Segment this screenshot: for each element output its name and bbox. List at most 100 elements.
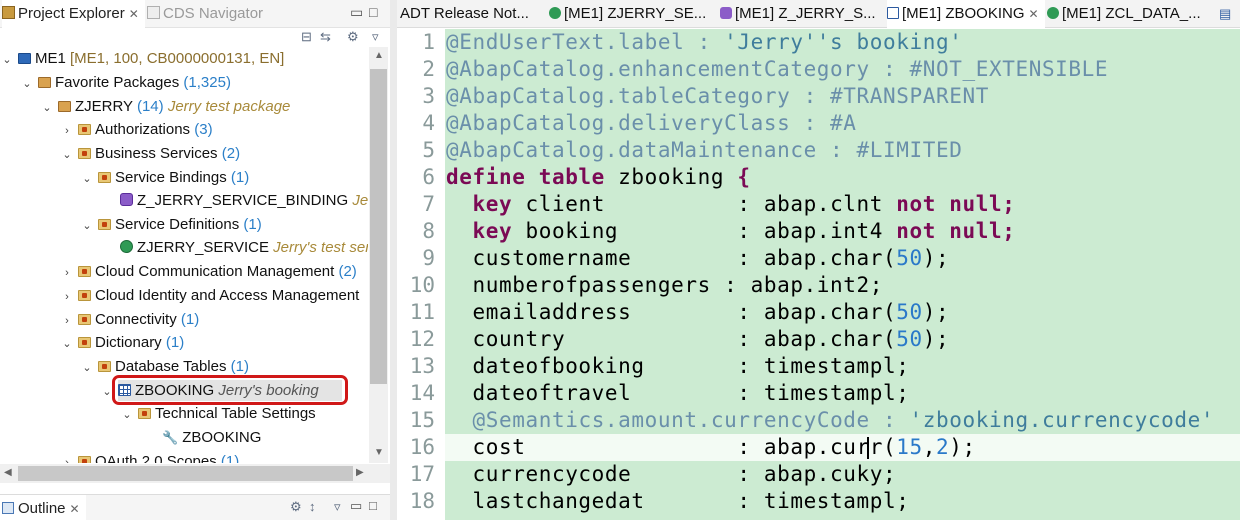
line-number: 1: [422, 30, 435, 54]
tree-item-oauth-scopes[interactable]: › OAuth 2.0 Scopes (1): [60, 450, 239, 463]
code-line[interactable]: @AbapCatalog.dataMaintenance : #LIMITED: [446, 137, 962, 164]
code-line[interactable]: @AbapCatalog.tableCategory : #TRANSPAREN…: [446, 83, 989, 110]
code-editor[interactable]: 1 2 3 4 5 6 7 8 9 10 11 12 13 14 15 16 17 18 @EndUserText.…: [397, 29, 1240, 520]
chevron-right-icon[interactable]: ›: [60, 452, 74, 463]
tab-zbooking[interactable]: [ME1] ZBOOKING ✕: [887, 0, 1045, 29]
code-line[interactable]: key booking : abap.int4 not null;: [446, 218, 1016, 245]
chevron-right-icon[interactable]: ›: [60, 262, 74, 285]
tab-label: Project Explorer: [18, 5, 125, 22]
folder-icon: [78, 314, 91, 325]
scroll-right-icon[interactable]: ▶: [356, 467, 364, 478]
view-menu-icon[interactable]: ▿: [372, 29, 379, 45]
chevron-down-icon[interactable]: ⌄: [80, 357, 94, 380]
tab-adt-release-notes[interactable]: ADT Release Not...: [400, 0, 529, 28]
tree-item-technical-table-settings[interactable]: ⌄ Technical Table Settings: [120, 402, 315, 427]
code-token: zbooking: [604, 165, 738, 189]
tree-item-zbooking-settings[interactable]: 🔧 ZBOOKING: [158, 426, 261, 449]
tree-item-zjerry[interactable]: ⌄ ZJERRY (14) Jerry test package: [40, 95, 290, 118]
tree-item-connectivity[interactable]: › Connectivity (1): [60, 308, 199, 331]
chevron-down-icon[interactable]: ⌄: [60, 333, 74, 356]
code-line[interactable]: customername : abap.char(50);: [446, 245, 949, 272]
code-line[interactable]: currencycode : abap.cuky;: [446, 461, 896, 488]
link-with-editor-icon[interactable]: ⇆: [320, 29, 331, 45]
code-line[interactable]: @Semantics.amount.currencyCode : 'zbooki…: [446, 407, 1214, 434]
tab-project-explorer[interactable]: Project Explorer ✕: [2, 0, 145, 29]
code-token: 50: [896, 246, 923, 270]
close-icon[interactable]: ✕: [129, 7, 139, 21]
horizontal-scrollbar[interactable]: ◀ ▶: [0, 464, 390, 483]
tab-zcl-data[interactable]: [ME1] ZCL_DATA_...: [1047, 0, 1201, 28]
tree-item-service-definitions[interactable]: ⌄ Service Definitions (1): [80, 213, 261, 238]
maximize-icon[interactable]: □: [369, 498, 377, 513]
scroll-up-icon[interactable]: ▲: [374, 50, 384, 61]
code-line[interactable]: define table zbooking {: [446, 164, 751, 191]
sort-icon[interactable]: ↕: [309, 499, 316, 514]
tab-outline[interactable]: Outline ✕: [0, 495, 86, 520]
tree-item-me1[interactable]: ⌄ ME1 [ME1, 100, CB0000000131, EN]: [0, 47, 284, 70]
chevron-down-icon[interactable]: ⌄: [80, 168, 94, 191]
tab-cds-navigator[interactable]: CDS Navigator: [147, 0, 263, 28]
code-token: );: [922, 300, 950, 324]
code-line[interactable]: emailaddress : abap.char(50);: [446, 299, 949, 326]
tree-item-zjerry-service[interactable]: ZJERRY_SERVICE Jerry's test servic: [116, 236, 368, 259]
folder-icon: [78, 456, 91, 463]
chevron-right-icon[interactable]: ›: [60, 120, 74, 143]
tree-item-dictionary[interactable]: ⌄ Dictionary (1): [60, 331, 184, 354]
tab-zjerry-service[interactable]: [ME1] ZJERRY_SE...: [549, 0, 706, 28]
code-token: );: [949, 435, 976, 459]
line-number: 4: [422, 111, 435, 135]
scroll-left-icon[interactable]: ◀: [4, 467, 12, 478]
chevron-down-icon[interactable]: ⌄: [120, 404, 134, 427]
minimize-icon[interactable]: ▭: [350, 4, 363, 21]
chevron-right-icon[interactable]: ›: [60, 286, 74, 309]
scrollbar-thumb[interactable]: [18, 466, 353, 481]
chevron-down-icon[interactable]: ⌄: [40, 97, 54, 120]
left-tab-bar: Project Explorer ✕ CDS Navigator ▭ □: [0, 0, 390, 29]
code-token: @EndUserText.label :: [446, 30, 725, 54]
chevron-down-icon[interactable]: ⌄: [60, 144, 74, 167]
more-tabs-icon[interactable]: ▤: [1219, 0, 1231, 28]
code-line[interactable]: numberofpassengers : abap.int2;: [446, 272, 883, 299]
code-token: not null;: [896, 219, 1016, 243]
code-line[interactable]: cost : abap.curr(15,2);: [446, 434, 976, 461]
scrollbar-thumb[interactable]: [370, 69, 387, 384]
code-line[interactable]: @AbapCatalog.enhancementCategory : #NOT_…: [446, 56, 1108, 83]
package-icon: [58, 101, 71, 112]
panel-splitter[interactable]: [390, 0, 397, 520]
code-line[interactable]: country : abap.char(50);: [446, 326, 949, 353]
tree-item-cloud-communication-management[interactable]: › Cloud Communication Management (2): [60, 260, 357, 283]
editor-tab-bar: ADT Release Not... [ME1] ZJERRY_SE... [M…: [397, 0, 1240, 29]
tree-item-authorizations[interactable]: › Authorizations (3): [60, 118, 212, 143]
chevron-down-icon[interactable]: ⌄: [80, 215, 94, 238]
chevron-down-icon[interactable]: ⌄: [0, 49, 14, 72]
maximize-icon[interactable]: □: [369, 4, 377, 20]
settings-icon[interactable]: ⚙: [290, 499, 302, 515]
tree-item-service-bindings[interactable]: ⌄ Service Bindings (1): [80, 166, 249, 189]
folder-icon: [78, 290, 91, 301]
code-token: country : abap.char(: [446, 327, 897, 351]
outline-icon: [2, 502, 14, 514]
tree-item-business-services[interactable]: ⌄ Business Services (2): [60, 142, 240, 165]
code-token: {: [737, 165, 751, 189]
vertical-scrollbar[interactable]: ▲ ▼: [369, 47, 388, 463]
close-icon[interactable]: ✕: [70, 502, 80, 516]
code-line[interactable]: lastchangedat : timestampl;: [446, 488, 910, 515]
code-line[interactable]: @AbapCatalog.deliveryClass : #A: [446, 110, 857, 137]
collapse-all-icon[interactable]: ⊟: [301, 29, 312, 45]
settings-icon[interactable]: ⚙: [347, 29, 359, 45]
chevron-down-icon[interactable]: ⌄: [20, 73, 34, 96]
tab-z-jerry-service-binding[interactable]: [ME1] Z_JERRY_S...: [720, 0, 876, 28]
tree-item-favorite-packages[interactable]: ⌄ Favorite Packages (1,325): [20, 71, 231, 94]
code-line[interactable]: @EndUserText.label : 'Jerry''s booking': [446, 29, 963, 56]
view-menu-icon[interactable]: ▿: [334, 499, 341, 515]
code-line[interactable]: dateofbooking : timestampl;: [446, 353, 910, 380]
minimize-icon[interactable]: ▭: [350, 498, 362, 514]
code-line[interactable]: dateoftravel : timestampl;: [446, 380, 910, 407]
tree-item-z-jerry-service-binding[interactable]: Z_JERRY_SERVICE_BINDING Jerry': [116, 189, 368, 212]
close-icon[interactable]: ✕: [1029, 7, 1039, 21]
chevron-right-icon[interactable]: ›: [60, 310, 74, 333]
tree-item-cloud-identity[interactable]: › Cloud Identity and Access Management: [60, 284, 359, 307]
code-line[interactable]: key client : abap.clnt not null;: [446, 191, 1016, 218]
scroll-down-icon[interactable]: ▼: [374, 447, 384, 458]
